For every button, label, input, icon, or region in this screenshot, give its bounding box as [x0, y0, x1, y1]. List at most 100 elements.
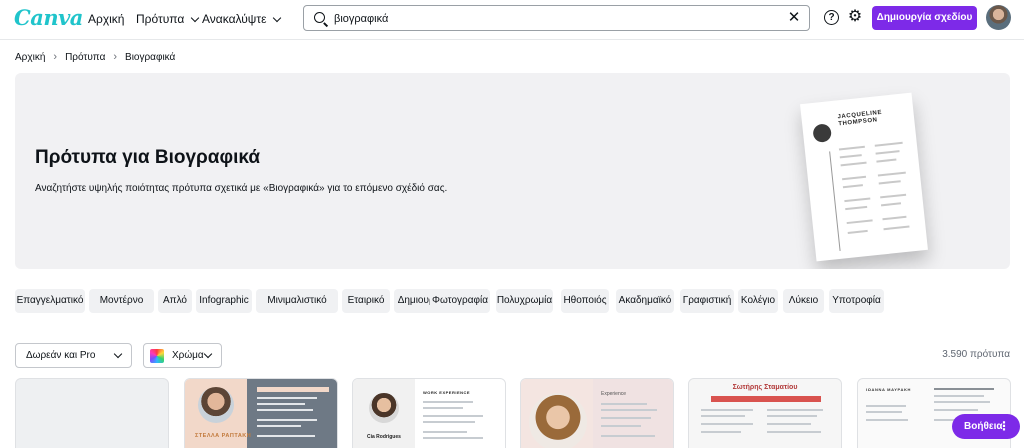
price-filter-label: Δωρεάν και Pro — [26, 350, 96, 361]
page-title: Πρότυπα για Βιογραφικά — [35, 147, 260, 168]
card-line — [934, 401, 990, 403]
help-icon[interactable]: ? — [824, 10, 839, 25]
card-line — [866, 419, 908, 421]
color-filter-label: Χρώμα — [172, 350, 204, 361]
card-photo — [529, 393, 587, 448]
avatar[interactable] — [986, 5, 1011, 30]
resume-line — [839, 154, 862, 159]
chevron-right-icon: › — [53, 51, 58, 63]
resume-line — [840, 161, 867, 166]
search-input[interactable] — [334, 10, 774, 27]
card-line — [423, 415, 483, 417]
nav-home[interactable]: Αρχική — [88, 12, 124, 26]
resume-line — [880, 193, 907, 199]
resume-line — [842, 184, 863, 188]
resume-line — [844, 197, 871, 202]
create-design-button[interactable]: Δημιουργία σχεδίου — [872, 6, 977, 30]
card-line — [701, 409, 753, 411]
nav-templates[interactable]: Πρότυπα — [136, 12, 200, 26]
card-line — [767, 431, 821, 433]
card-line — [423, 407, 463, 409]
page-subtitle: Αναζητήστε υψηλής ποιότητας πρότυπα σχετ… — [35, 183, 448, 194]
chevron-right-icon: › — [113, 51, 118, 63]
card-line — [601, 409, 657, 411]
price-filter-select[interactable]: Δωρεάν και Pro — [15, 343, 132, 368]
card-line — [257, 435, 315, 437]
resume-line — [883, 225, 910, 230]
hero-banner: Πρότυπα για Βιογραφικά Αναζητήστε υψηλής… — [15, 73, 1010, 269]
card-line — [257, 397, 317, 399]
template-card[interactable]: Experience — [520, 378, 674, 448]
card-line — [767, 409, 823, 411]
tag-chip[interactable]: Κολέγιο — [738, 289, 778, 313]
tag-chip[interactable]: Ηθοποιός — [561, 289, 609, 313]
resume-line — [847, 229, 868, 234]
gear-icon[interactable]: ⚙ — [846, 8, 864, 26]
card-line — [601, 417, 651, 419]
resume-divider — [829, 151, 841, 251]
tag-chip[interactable]: Ακαδημαϊκό — [616, 289, 674, 313]
card-name: ΣΤΕΛΛΑ ΡΑΠΤΑΚΗ — [195, 433, 252, 439]
tag-chip[interactable]: Μινιμαλιστικό — [256, 289, 338, 313]
card-line — [934, 395, 984, 397]
template-card[interactable]: Σωτήρης Σταματίου — [688, 378, 842, 448]
card-line — [866, 411, 902, 413]
card-line — [601, 425, 641, 427]
card-line — [701, 431, 741, 433]
nav-templates-label: Πρότυπα — [136, 12, 185, 26]
tag-chip[interactable]: Υποτροφία — [829, 289, 884, 313]
card-header-bar — [711, 396, 821, 402]
more-icon: ⋮ — [998, 419, 1010, 433]
search-icon — [314, 12, 325, 23]
tag-chip[interactable]: Φωτογραφία — [430, 289, 490, 313]
color-filter-select[interactable]: Χρώμα — [143, 343, 222, 368]
top-bar: Canva Αρχική Πρότυπα Ανακαλύψτε ✕ ? ⚙ Δη… — [0, 0, 1024, 40]
resume-line — [838, 145, 865, 151]
close-icon[interactable]: ✕ — [786, 10, 802, 26]
search-bar: ✕ — [303, 5, 810, 31]
help-button[interactable]: Βοήθεια ⋮ — [952, 414, 1020, 439]
result-count: 3.590 πρότυπα — [942, 349, 1010, 360]
resume-preview-name: JACQUELINE THOMPSON — [837, 109, 883, 128]
color-palette-icon — [150, 349, 164, 363]
tag-chip[interactable]: Απλό — [158, 289, 192, 313]
card-header-bar — [257, 387, 329, 392]
card-line — [701, 423, 753, 425]
card-name: ΙΩΑΝΝΑ ΜΑΥΡΑΚΗ — [866, 387, 911, 392]
card-line — [423, 437, 483, 439]
resume-line — [882, 215, 907, 220]
card-line — [423, 421, 475, 423]
card-line — [601, 435, 655, 437]
tag-chip[interactable]: Λύκειο — [783, 289, 824, 313]
card-name: Cia Rodrigues — [367, 434, 401, 440]
template-card[interactable]: Cia Rodrigues WORK EXPERIENCE — [352, 378, 506, 448]
card-line — [423, 401, 473, 403]
nav-discover-label: Ανακαλύψτε — [202, 12, 267, 26]
tag-chip[interactable]: Πολυχρωμία — [496, 289, 553, 313]
card-line — [257, 409, 313, 411]
template-card[interactable]: ΣΤΕΛΛΑ ΡΑΠΤΑΚΗ — [184, 378, 338, 448]
card-line — [866, 405, 906, 407]
canva-logo[interactable]: Canva — [14, 5, 83, 30]
resume-line — [878, 180, 901, 185]
tag-chip[interactable]: Εταιρικό — [342, 289, 390, 313]
breadcrumb-home[interactable]: Αρχική — [15, 52, 45, 63]
card-line — [934, 409, 978, 411]
chevron-down-icon — [273, 13, 282, 22]
breadcrumb-templates[interactable]: Πρότυπα — [65, 52, 105, 63]
card-line — [767, 415, 817, 417]
tag-chip[interactable]: Επαγγελματικό — [15, 289, 85, 313]
breadcrumb-current: Βιογραφικά — [125, 51, 176, 63]
breadcrumb: Αρχική › Πρότυπα › Βιογραφικά — [15, 51, 175, 63]
tag-chip[interactable]: Γραφιστική — [680, 289, 734, 313]
card-section-label: WORK EXPERIENCE — [423, 390, 471, 395]
tag-chip[interactable]: Μοντέρνο — [89, 289, 154, 313]
resume-line — [845, 205, 868, 210]
card-main — [593, 379, 673, 448]
chevron-down-icon — [113, 349, 123, 359]
card-photo — [198, 387, 234, 423]
template-card[interactable] — [15, 378, 169, 448]
resume-line — [846, 219, 873, 224]
tag-chip[interactable]: Infographic — [196, 289, 252, 313]
nav-discover[interactable]: Ανακαλύψτε — [202, 12, 282, 26]
